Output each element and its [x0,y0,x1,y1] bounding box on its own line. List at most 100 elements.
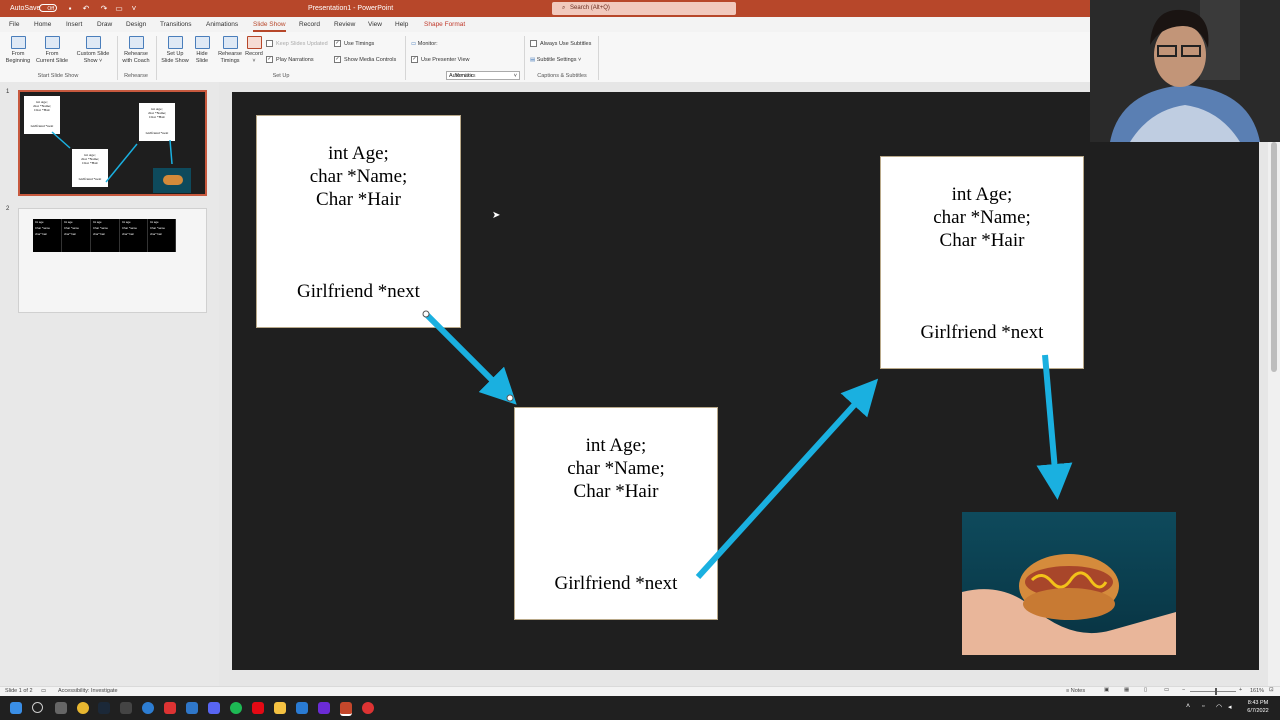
zoom-in-icon[interactable]: + [1239,687,1242,693]
use-presenter-view-checkbox[interactable]: ✓ Use Presenter View [411,56,470,64]
vscode-icon[interactable] [296,702,308,714]
autosave-label: AutoSave [10,5,41,12]
save-icon[interactable]: ▪ [64,2,76,14]
arrow-card3-to-hotdog [1036,354,1073,500]
spotify-icon[interactable] [230,702,242,714]
monitor-label: ▭ Monitor: [411,41,438,47]
title-bar: AutoSave Off ▪ ↶ ↷ ▭ ˅ Presentation1 - P… [0,0,1280,17]
group-separator [405,36,406,80]
app-icon[interactable] [318,702,330,714]
wifi-icon[interactable]: ◠ [1216,703,1222,711]
monitor-icon: ▭ [411,41,417,47]
tab-file[interactable]: File [9,17,19,32]
tab-animations[interactable]: Animations [206,17,238,32]
file-explorer-icon[interactable] [274,702,286,714]
zoom-slider-thumb[interactable] [1215,688,1217,695]
subtitle-settings-button[interactable]: ▤ Subtitle Settings ˅ [530,56,581,64]
set-up-slide-show-button[interactable]: Set Up Slide Show [159,36,191,65]
autosave-toggle[interactable]: Off [39,4,57,12]
tab-transitions[interactable]: Transitions [160,17,192,32]
slide-number: 2 [6,206,10,212]
netflix-icon[interactable] [252,702,264,714]
tab-home[interactable]: Home [34,17,51,32]
app-icon[interactable] [186,702,198,714]
record-button[interactable]: Record ˅ [244,36,264,65]
app-icon[interactable] [142,702,154,714]
slide-thumbnail-1[interactable]: int Age; char *Name; Char *Hair Girlfrie… [18,90,207,196]
tab-insert[interactable]: Insert [66,17,82,32]
window-title: Presentation1 - PowerPoint [308,5,394,12]
arrow-handle[interactable] [506,394,514,402]
play-start-icon [10,36,26,49]
tab-design[interactable]: Design [126,17,146,32]
rehearse-timings-button[interactable]: Rehearse Timings [216,36,244,65]
app-icon[interactable] [164,702,176,714]
mini-arrows [51,131,173,183]
tray-icon[interactable]: ▫ [1202,703,1204,710]
use-timings-checkbox[interactable]: ✓ Use Timings [334,40,374,48]
slide-show-view-icon[interactable]: ▭ [1164,687,1169,693]
play-narrations-checkbox[interactable]: ✓ Play Narrations [266,56,314,64]
zoom-level[interactable]: 161% [1250,688,1264,694]
accessibility-status[interactable]: Accessibility: Investigate [58,688,118,694]
group-separator [117,36,118,80]
zoom-out-icon[interactable]: − [1182,687,1185,693]
reading-view-icon[interactable]: ▯ [1144,687,1147,693]
tab-record[interactable]: Record [299,17,320,32]
present-icon[interactable]: ▭ [113,2,125,14]
ribbon-tabs: File Home Insert Draw Design Transitions… [0,17,1090,32]
group-separator [156,36,157,80]
setup-icon [167,36,183,49]
show-media-controls-checkbox[interactable]: ✓ Show Media Controls [334,56,396,64]
slide-sorter-icon[interactable]: ▦ [1124,687,1129,693]
tab-slide-show[interactable]: Slide Show [253,17,286,32]
notes-button[interactable]: ≡ Notes [1066,688,1085,694]
slide-canvas[interactable]: int Age; char *Name; Char *Hair Girlfrie… [232,92,1259,670]
hide-slide-button[interactable]: Hide Slide [192,36,212,65]
arrow-handle[interactable] [422,310,430,318]
powerpoint-icon[interactable] [340,702,352,716]
fit-slide-icon[interactable]: ⊡ [1269,687,1274,693]
windows-start-icon[interactable] [10,702,22,714]
from-beginning-button[interactable]: From Beginning [3,36,33,65]
mini-table-cell: Int age Char *name char* hair [91,219,120,252]
tab-review[interactable]: Review [334,17,355,32]
volume-icon[interactable]: ◂ [1228,703,1232,711]
custom-show-icon [85,36,101,49]
group-label-setup: Set Up [272,73,290,79]
app-icon[interactable] [362,702,374,714]
hide-slide-icon [194,36,210,49]
tab-draw[interactable]: Draw [97,17,112,32]
tab-shape-format[interactable]: Shape Format [424,17,465,32]
zoom-slider[interactable] [1190,691,1236,692]
discord-icon[interactable] [208,702,220,714]
keep-slides-updated-checkbox[interactable]: Keep Slides Updated [266,40,328,48]
slide-thumbnail-2[interactable]: Int age Char *name char* hair Int age Char … [18,208,207,313]
search-box[interactable]: ⌕ Search (Alt+Q) [552,2,736,15]
group-label-monitors: Monitors [454,73,476,79]
always-use-subtitles-checkbox[interactable]: Always Use Subtitles [530,40,591,48]
undo-icon[interactable]: ↶ [80,2,92,14]
task-view-icon[interactable] [55,702,67,714]
redo-icon[interactable]: ↷ [98,2,110,14]
scrollbar-thumb[interactable] [1271,142,1277,372]
spellcheck-icon[interactable]: ▭ [41,688,46,694]
timer-icon [222,36,238,49]
chrome-icon[interactable] [77,702,89,714]
customize-qat-icon[interactable]: ˅ [128,2,140,14]
app-icon[interactable] [120,702,132,714]
custom-slide-show-button[interactable]: Custom Slide Show ˅ [72,36,114,65]
rehearse-with-coach-button[interactable]: Rehearse with Coach [119,36,153,65]
taskbar-clock[interactable]: 8:43 PM 6/7/2022 [1240,699,1276,715]
normal-view-icon[interactable]: ▣ [1104,687,1109,693]
group-separator [524,36,525,80]
tab-view[interactable]: View [368,17,382,32]
tab-help[interactable]: Help [395,17,408,32]
group-label-rehearse: Rehearse [124,73,148,79]
tray-chevron-icon[interactable]: ˄ [1186,703,1190,710]
play-current-icon [44,36,60,49]
steam-icon[interactable] [98,702,110,714]
from-current-slide-button[interactable]: From Current Slide [34,36,70,65]
mini-table-cell: Int age Char *name char* hair [148,219,176,252]
search-icon[interactable] [32,702,43,713]
